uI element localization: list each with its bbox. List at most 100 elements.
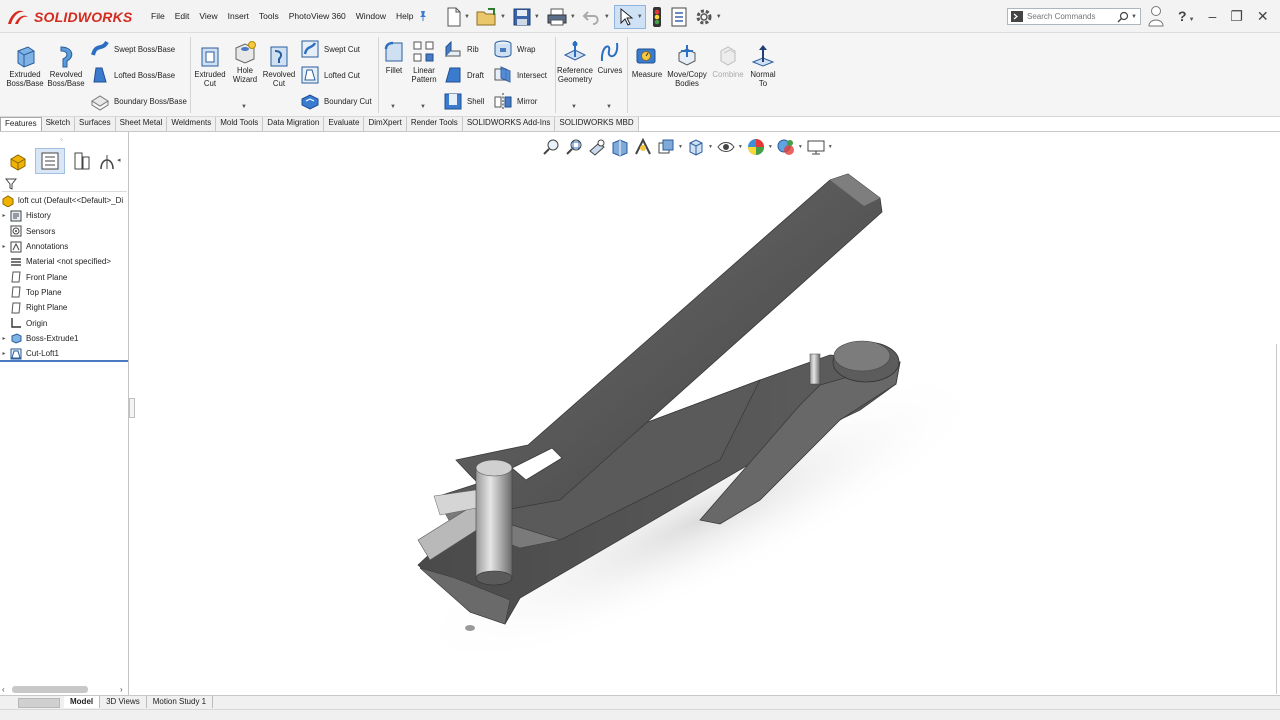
tab-mold-tools[interactable]: Mold Tools [216,117,264,131]
restore-icon[interactable]: ❐ [1230,8,1243,25]
pin-menu-icon[interactable] [418,10,428,22]
rib-button[interactable]: Rib [443,39,479,59]
chevron-down-icon[interactable]: ▼ [798,144,803,150]
extruded-boss-button[interactable]: Extruded Boss/Base [6,43,44,88]
user-account-icon[interactable] [1148,5,1164,27]
tab-sheet-metal[interactable]: Sheet Metal [115,117,168,131]
tab-model[interactable]: Model [64,696,101,708]
open-button[interactable]: ▼ [474,5,508,29]
view-orientation-button[interactable]: ▼ [656,137,683,157]
tree-item-right-plane[interactable]: Right Plane [0,300,129,315]
scroll-right-icon[interactable]: › [120,685,123,694]
tab-3d-views[interactable]: 3D Views [100,696,147,708]
tree-item-history[interactable]: ▸ History [0,208,129,223]
tab-evaluate[interactable]: Evaluate [324,117,365,131]
swept-boss-button[interactable]: Swept Boss/Base [90,39,175,59]
tab-configuration-manager[interactable] [67,148,97,174]
nail-clipper-model[interactable] [136,132,1280,695]
tree-item-top-plane[interactable]: Top Plane [0,285,129,300]
chevron-down-icon[interactable]: ▼ [241,103,247,112]
search-input[interactable] [1027,12,1115,21]
lofted-cut-button[interactable]: Lofted Cut [300,65,360,85]
fillet-button[interactable]: Fillet ▼ [381,39,407,110]
tab-feature-tree[interactable] [3,148,33,174]
revolved-cut-button[interactable]: Revolved Cut [262,43,296,88]
shell-button[interactable]: Shell [443,91,484,111]
print-button[interactable]: ▼ [544,5,578,29]
tree-item-annotations[interactable]: ▸ Annotations [0,239,129,254]
move-copy-bodies-button[interactable]: Move/Copy Bodies [666,43,708,88]
chevron-down-icon[interactable]: ▼ [420,103,426,112]
tree-root-part[interactable]: loft cut (Default<<Default>_Di [0,193,129,208]
rollback-bar[interactable] [0,360,128,362]
section-view-button[interactable] [610,137,630,157]
previous-view-button[interactable] [587,137,607,157]
solidworks-logo[interactable]: SOLIDWORKS [6,6,132,28]
tab-motion-study-1[interactable]: Motion Study 1 [147,696,214,708]
tree-item-boss-extrude1[interactable]: ▸ Boss-Extrude1 [0,331,129,346]
intersect-button[interactable]: Intersect [493,65,547,85]
chevron-down-icon[interactable]: ▼ [571,103,577,112]
menu-file[interactable]: File [146,9,170,23]
tab-data-migration[interactable]: Data Migration [263,117,325,131]
horizontal-scrollbar[interactable]: ‹ › [2,684,126,694]
zoom-to-fit-button[interactable] [541,137,561,157]
zoom-to-area-button[interactable] [564,137,584,157]
tab-dimxpert-manager[interactable] [99,148,115,174]
help-icon[interactable]: ? ▼ [1178,8,1195,24]
chevron-down-icon[interactable]: ▼ [390,103,396,112]
tab-scroll-buttons[interactable] [18,698,60,708]
normal-to-button[interactable]: Normal To [746,43,780,88]
menu-edit[interactable]: Edit [170,9,195,23]
lofted-boss-button[interactable]: Lofted Boss/Base [90,65,175,85]
expand-icon[interactable]: ▸ [0,243,8,250]
chevron-down-icon[interactable]: ▼ [1131,14,1137,20]
measure-button[interactable]: Measure [630,43,664,80]
rebuild-button[interactable] [648,5,666,29]
menu-window[interactable]: Window [351,9,391,23]
tab-features[interactable]: Features [0,117,42,131]
swept-cut-button[interactable]: Swept Cut [300,39,360,59]
apply-scene-button[interactable]: ▼ [776,137,803,157]
tab-solidworks-mbd[interactable]: SOLIDWORKS MBD [555,117,639,131]
tab-solidworks-add-ins[interactable]: SOLIDWORKS Add-Ins [462,117,556,131]
chevron-left-icon[interactable]: ◂ [117,156,121,176]
hole-wizard-button[interactable]: Hole Wizard ▼ [229,39,261,110]
display-style-button[interactable]: ▼ [686,137,713,157]
chevron-down-icon[interactable]: ▼ [606,103,612,112]
dynamic-annotation-button[interactable] [633,137,653,157]
tree-item-cut-loft1[interactable]: ▸ Cut-Loft1 [0,346,129,361]
tab-sketch[interactable]: Sketch [41,117,76,131]
close-icon[interactable]: ✕ [1257,8,1269,25]
expand-icon[interactable]: ▸ [0,335,8,342]
chevron-down-icon[interactable]: ▼ [678,144,683,150]
tab-dimxpert[interactable]: DimXpert [364,117,407,131]
hide-show-items-button[interactable]: ▼ [716,137,743,157]
chevron-down-icon[interactable]: ▼ [828,144,833,150]
file-properties-button[interactable] [668,5,690,29]
tree-item-sensors[interactable]: Sensors [0,224,129,239]
draft-button[interactable]: Draft [443,65,484,85]
options-button[interactable]: ▼ [692,5,724,29]
tab-render-tools[interactable]: Render Tools [406,117,463,131]
chevron-down-icon[interactable]: ▼ [738,144,743,150]
minimize-icon[interactable]: – [1209,8,1217,24]
scroll-left-icon[interactable]: ‹ [2,685,5,694]
curves-button[interactable]: Curves ▼ [596,39,624,110]
tab-weldments[interactable]: Weldments [167,117,217,131]
tab-surfaces[interactable]: Surfaces [75,117,116,131]
boundary-boss-button[interactable]: Boundary Boss/Base [90,91,187,111]
tree-item-origin[interactable]: Origin [0,315,129,330]
revolved-boss-button[interactable]: Revolved Boss/Base [47,43,85,88]
search-icon[interactable] [1117,11,1129,23]
search-commands-box[interactable]: ▼ [1007,8,1141,25]
scroll-thumb[interactable] [12,685,88,693]
chevron-down-icon[interactable]: ▼ [768,144,773,150]
expand-icon[interactable]: ▸ [0,212,8,219]
view-settings-button[interactable]: ▼ [806,137,833,157]
menu-photoview[interactable]: PhotoView 360 [284,9,351,23]
new-document-button[interactable]: ▼ [444,5,472,29]
select-button[interactable]: ▼ [613,5,646,29]
chevron-down-icon[interactable]: ▼ [708,144,713,150]
tree-filter[interactable] [2,176,127,192]
